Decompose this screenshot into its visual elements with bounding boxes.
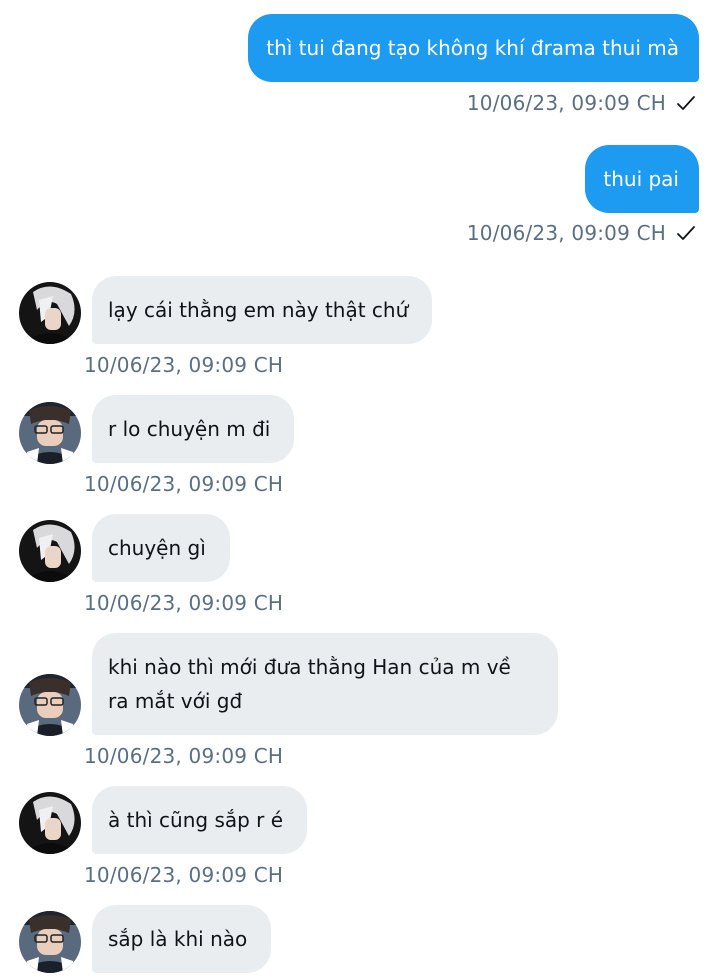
outgoing-message-bubble[interactable]: thui pai — [585, 145, 699, 213]
incoming-message-bubble[interactable]: chuyện gì — [92, 514, 230, 582]
conversation-thread: thì tui đang tạo không khí đrama thui mà… — [0, 0, 720, 978]
message-meta: 10/06/23, 09:09 CH — [467, 91, 696, 115]
avatar[interactable] — [19, 674, 81, 736]
message-timestamp: 10/06/23, 09:09 CH — [84, 744, 284, 768]
avatar[interactable] — [19, 402, 81, 464]
message-text: lạy cái thằng em này thật chứ — [108, 298, 409, 322]
message-text: à thì cũng sắp r é — [108, 808, 284, 832]
message-timestamp: 10/06/23, 09:09 CH — [84, 863, 284, 887]
message-meta: 10/06/23, 09:09 CH — [467, 221, 696, 245]
avatar[interactable] — [19, 520, 81, 582]
avatar[interactable] — [19, 282, 81, 344]
message-text: chuyện gì — [108, 536, 206, 560]
incoming-message-bubble[interactable]: khi nào thì mới đưa thằng Han của m về r… — [92, 633, 558, 735]
incoming-message-bubble[interactable]: à thì cũng sắp r é — [92, 786, 308, 854]
message-timestamp: 10/06/23, 09:09 CH — [84, 591, 284, 615]
message-text: r lo chuyện m đi — [108, 417, 271, 441]
avatar[interactable] — [19, 911, 81, 973]
message-timestamp: 10/06/23, 09:09 CH — [466, 91, 666, 115]
outgoing-message-bubble[interactable]: thì tui đang tạo không khí đrama thui mà — [248, 14, 699, 82]
incoming-message-bubble[interactable]: r lo chuyện m đi — [92, 395, 295, 463]
message-text: sắp là khi nào — [108, 927, 248, 951]
message-timestamp: 10/06/23, 09:09 CH — [84, 353, 284, 377]
message-text: khi nào thì mới đưa thằng Han của m về r… — [108, 655, 511, 713]
message-timestamp: 10/06/23, 09:09 CH — [84, 472, 284, 496]
message-text: thui pai — [603, 167, 679, 191]
incoming-message-bubble[interactable]: sắp là khi nào — [92, 905, 272, 973]
message-text: thì tui đang tạo không khí đrama thui mà — [266, 36, 679, 60]
check-icon — [676, 93, 696, 113]
message-timestamp: 10/06/23, 09:09 CH — [466, 221, 666, 245]
avatar[interactable] — [19, 792, 81, 854]
check-icon — [676, 223, 696, 243]
incoming-message-bubble[interactable]: lạy cái thằng em này thật chứ — [92, 276, 433, 344]
